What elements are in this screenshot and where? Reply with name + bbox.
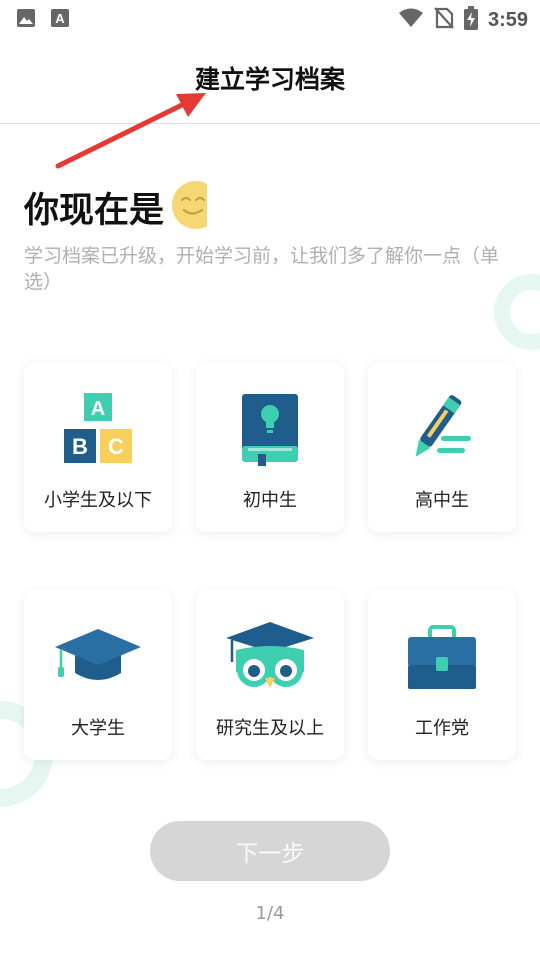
wifi-icon — [398, 8, 424, 32]
option-label: 工作党 — [415, 718, 469, 739]
option-label: 高中生 — [415, 490, 469, 511]
no-sim-icon — [434, 7, 454, 33]
owl-scholar-icon — [196, 618, 344, 698]
option-card-primary-school[interactable]: A B C 小学生及以下 — [24, 362, 172, 532]
status-bar: A 3:59 — [0, 0, 540, 36]
svg-text:C: C — [108, 434, 124, 459]
clock-time: 3:59 — [487, 8, 528, 31]
question-subtitle: 学习档案已升级，开始学习前，让我们多了解你一点（单选） — [24, 245, 500, 293]
option-card-university[interactable]: 大学生 — [24, 590, 172, 760]
option-label: 研究生及以上 — [216, 718, 324, 739]
option-card-middle-school[interactable]: 初中生 — [196, 362, 344, 532]
option-card-working[interactable]: 工作党 — [368, 590, 516, 760]
keyboard-a-icon: A — [50, 8, 70, 32]
battery-charging-icon — [463, 6, 478, 34]
next-step-button[interactable]: 下一步 — [150, 821, 390, 881]
svg-text:A: A — [91, 398, 105, 420]
svg-text:B: B — [72, 434, 88, 459]
option-label: 小学生及以下 — [44, 490, 152, 511]
graduation-cap-icon — [24, 618, 172, 698]
option-label: 初中生 — [243, 490, 297, 511]
question-title: 你现在是 — [24, 190, 165, 231]
option-card-high-school[interactable]: 高中生 — [368, 362, 516, 532]
smiling-face-icon — [170, 180, 210, 234]
svg-text:A: A — [55, 11, 65, 26]
option-label: 大学生 — [71, 718, 125, 739]
page-indicator: 1/4 — [255, 903, 285, 924]
pen-writing-icon — [368, 390, 516, 470]
page-title: 建立学习档案 — [194, 65, 345, 94]
header: 建立学习档案 — [0, 36, 540, 124]
lightbulb-book-icon — [196, 390, 344, 470]
abc-blocks-icon: A B C — [24, 390, 172, 470]
option-card-graduate[interactable]: 研究生及以上 — [196, 590, 344, 760]
question-heading: 你现在是 — [24, 180, 210, 234]
briefcase-icon — [368, 618, 516, 698]
gallery-icon — [16, 8, 36, 32]
